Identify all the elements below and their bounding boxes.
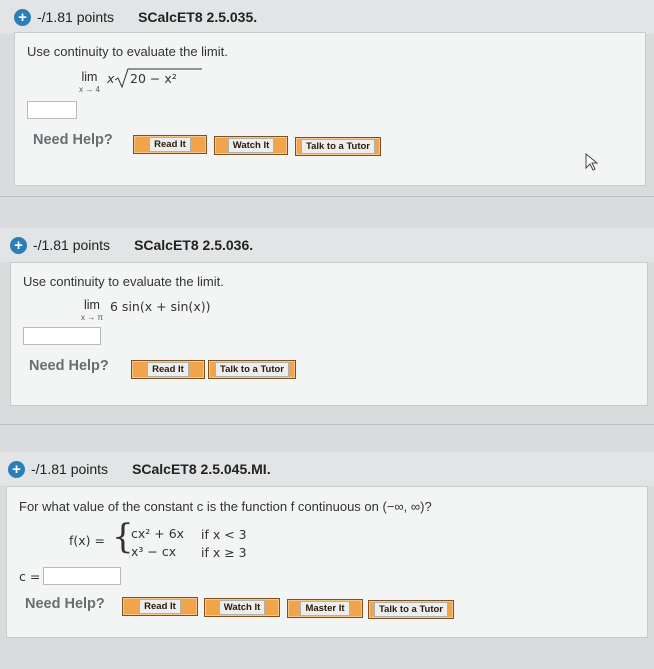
question-code: SCalcET8 2.5.035.: [138, 9, 258, 25]
c-answer-input[interactable]: [43, 567, 121, 585]
answer-input[interactable]: [23, 327, 101, 345]
points-label: -/1.81 points: [37, 9, 115, 25]
question-code: SCalcET8 2.5.036.: [134, 237, 254, 253]
watch-it-button[interactable]: Watch It: [214, 136, 288, 155]
section-divider: [0, 424, 654, 425]
question-prompt: Use continuity to evaluate the limit.: [23, 274, 224, 289]
need-help-label: Need Help?: [29, 358, 109, 374]
question-prompt: Use continuity to evaluate the limit.: [27, 44, 228, 59]
points-label: -/1.81 points: [31, 461, 109, 477]
question-header: + -/1.81 points SCalcET8 2.5.036.: [0, 228, 654, 262]
read-it-button[interactable]: Read It: [122, 597, 198, 616]
question-3-body: For what value of the constant c is the …: [6, 486, 648, 638]
limit-expression: 6 sin(x + sin(x)): [110, 299, 211, 314]
case-1-expression: cx² + 6x: [131, 526, 185, 541]
case-2-condition: if x ≥ 3: [201, 545, 247, 560]
need-help-label: Need Help?: [33, 132, 113, 148]
talk-to-tutor-button[interactable]: Talk to a Tutor: [208, 360, 296, 379]
lim-subscript: x → π: [81, 313, 103, 322]
watch-it-button[interactable]: Watch It: [204, 598, 280, 617]
limit-operator: lim x → 4: [79, 70, 100, 94]
expand-plus-icon[interactable]: +: [10, 236, 27, 254]
expand-plus-icon[interactable]: +: [14, 8, 31, 26]
need-help-label: Need Help?: [25, 596, 105, 612]
answer-label: c =: [19, 569, 41, 584]
answer-input[interactable]: [27, 101, 77, 119]
lim-word: lim: [84, 298, 100, 312]
section-divider: [0, 196, 654, 197]
talk-to-tutor-button[interactable]: Talk to a Tutor: [295, 137, 381, 156]
question-2-body: Use continuity to evaluate the limit. li…: [10, 262, 648, 406]
question-code: SCalcET8 2.5.045.MI.: [132, 461, 271, 477]
lim-word: lim: [81, 70, 98, 84]
master-it-button[interactable]: Master It: [287, 599, 363, 618]
talk-to-tutor-button[interactable]: Talk to a Tutor: [368, 600, 454, 619]
mouse-cursor-icon: [585, 153, 599, 171]
case-2-expression: x³ − cx: [131, 544, 177, 559]
read-it-button[interactable]: Read It: [131, 360, 205, 379]
question-header: + -/1.81 points SCalcET8 2.5.035.: [0, 0, 654, 34]
lim-subscript: x → 4: [79, 85, 100, 94]
points-label: -/1.81 points: [33, 237, 111, 253]
question-1-body: Use continuity to evaluate the limit. li…: [14, 32, 646, 186]
case-1-condition: if x < 3: [201, 527, 247, 542]
limit-operator: lim x → π: [81, 298, 103, 322]
question-header: + -/1.81 points SCalcET8 2.5.045.MI.: [0, 452, 654, 486]
radicand: 20 − x²: [130, 71, 177, 86]
question-prompt: For what value of the constant c is the …: [19, 499, 432, 514]
expand-plus-icon[interactable]: +: [8, 460, 25, 478]
function-label: f(x) =: [69, 533, 105, 548]
read-it-button[interactable]: Read It: [133, 135, 207, 154]
